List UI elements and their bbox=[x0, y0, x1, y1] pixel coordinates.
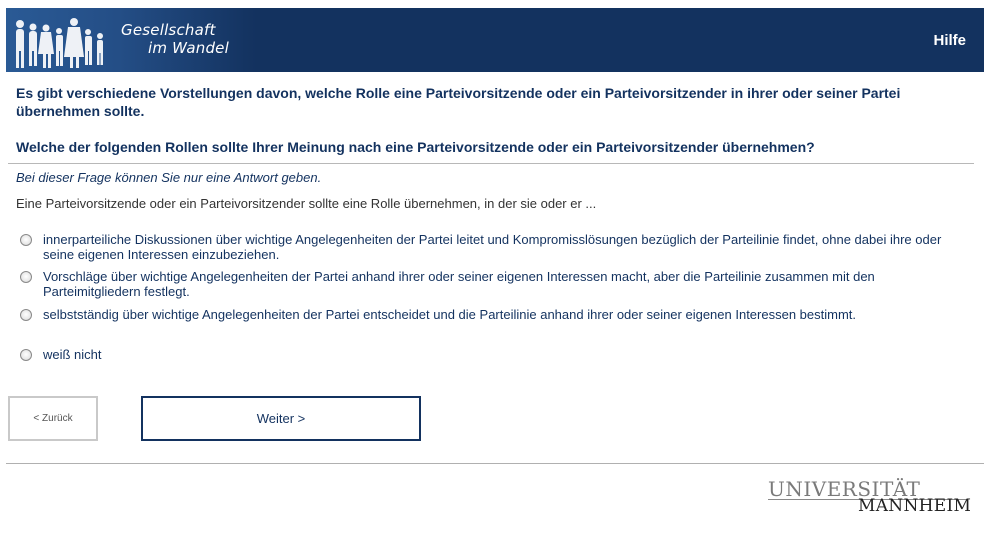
survey-question: Welche der folgenden Rollen sollte Ihrer… bbox=[16, 139, 815, 155]
answer-option-label: weiß nicht bbox=[43, 347, 102, 362]
divider bbox=[8, 163, 974, 164]
back-button[interactable]: < Zurück bbox=[8, 396, 98, 441]
brand-title: Gesellschaft im Wandel bbox=[121, 21, 229, 57]
survey-intro: Es gibt verschiedene Vorstellungen davon… bbox=[16, 85, 901, 119]
university-logo: UNIVERSITÄT MANNHEIM bbox=[768, 478, 972, 518]
next-button[interactable]: Weiter > bbox=[141, 396, 421, 441]
university-logo-line2: MANNHEIM bbox=[858, 496, 972, 516]
people-silhouettes-icon bbox=[16, 18, 103, 68]
answer-option-1[interactable]: innerparteiliche Diskussionen über wicht… bbox=[20, 232, 970, 262]
answer-option-label: selbstständig über wichtige Angelegenhei… bbox=[43, 307, 857, 322]
brand-line2: im Wandel bbox=[148, 39, 229, 57]
brand-line1: Gesellschaft bbox=[121, 21, 216, 39]
answer-option-2[interactable]: Vorschläge über wichtige Angelegenheiten… bbox=[20, 269, 970, 299]
answer-option-dont-know[interactable]: weiß nicht bbox=[20, 347, 970, 362]
radio-button[interactable] bbox=[20, 271, 32, 283]
header-banner: Gesellschaft im Wandel Hilfe bbox=[6, 8, 984, 72]
answer-instruction: Bei dieser Frage können Sie nur eine Ant… bbox=[16, 170, 322, 185]
answer-option-label: innerparteiliche Diskussionen über wicht… bbox=[43, 232, 942, 262]
question-stem: Eine Parteivorsitzende oder ein Parteivo… bbox=[16, 196, 597, 211]
help-link[interactable]: Hilfe bbox=[933, 32, 966, 49]
answer-option-label: Vorschläge über wichtige Angelegenheiten… bbox=[43, 269, 875, 299]
footer-divider bbox=[6, 463, 984, 464]
radio-button[interactable] bbox=[20, 349, 32, 361]
radio-button[interactable] bbox=[20, 309, 32, 321]
radio-button[interactable] bbox=[20, 234, 32, 246]
answer-option-3[interactable]: selbstständig über wichtige Angelegenhei… bbox=[20, 307, 970, 322]
